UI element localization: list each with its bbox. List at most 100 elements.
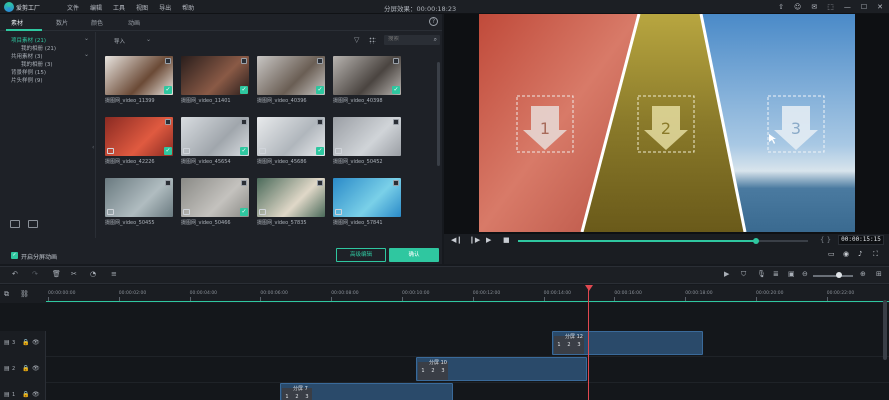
filter-icon[interactable]: ▽ — [354, 36, 359, 44]
grid-view-icon[interactable] — [369, 37, 376, 44]
menu-tools[interactable]: 工具 — [113, 3, 125, 12]
tree-item-background-samples[interactable]: 背景样例 (15) — [11, 68, 46, 76]
media-thumbnail[interactable]: ✓ — [181, 56, 249, 95]
stop-icon[interactable]: ■ — [503, 236, 510, 244]
media-thumbnail[interactable]: ✓ — [105, 56, 173, 95]
add-folder-icon[interactable] — [28, 220, 38, 228]
film-track-icon[interactable]: ▤ — [4, 339, 10, 346]
media-info-icon[interactable] — [241, 180, 247, 186]
undo-icon[interactable]: ↶ — [12, 270, 18, 278]
media-thumbnail[interactable] — [257, 178, 325, 217]
media-item[interactable]: 摄图网_video_57841 — [333, 178, 401, 226]
library-scrollbar[interactable] — [437, 62, 440, 166]
audio-mix-icon[interactable]: ≣ — [773, 270, 779, 278]
tab-animation[interactable]: 动画 — [128, 18, 140, 27]
zoom-knob[interactable] — [836, 272, 842, 278]
tree-item-my-album-shared[interactable]: 我的相册 (3) — [21, 60, 53, 68]
media-info-icon[interactable] — [165, 180, 171, 186]
media-item[interactable]: ✓ 摄图网_video_11399 — [105, 56, 173, 104]
monitor-icon[interactable]: ▭ — [828, 250, 835, 258]
snapshot-icon[interactable]: ◉ — [843, 250, 849, 258]
media-item[interactable]: ✓ 摄图网_video_45654 — [181, 117, 249, 165]
tab-clips[interactable]: 数片 — [56, 18, 68, 27]
timeline-scrollbar[interactable] — [883, 300, 887, 360]
media-item[interactable]: 摄图网_video_50452 — [333, 117, 401, 165]
layout-icon[interactable]: ⬚ — [827, 2, 834, 12]
media-thumbnail[interactable]: ✓ — [105, 117, 173, 156]
maximize-button[interactable]: ☐ — [861, 2, 867, 12]
chevron-down-icon[interactable]: ⌄ — [146, 36, 151, 43]
lock-icon[interactable]: 🔒 — [22, 365, 29, 372]
playhead-line[interactable] — [588, 287, 589, 400]
media-info-icon[interactable] — [241, 58, 247, 64]
close-button[interactable]: ✕ — [877, 2, 883, 12]
shield-icon[interactable]: ⛉ — [741, 270, 746, 279]
fit-timeline-icon[interactable]: ⊞ — [876, 270, 882, 278]
media-info-icon[interactable] — [165, 58, 171, 64]
in-out-markers[interactable]: { } — [820, 236, 831, 244]
subtitle-icon[interactable]: ▣ — [788, 270, 795, 278]
delete-icon[interactable]: 🗑 — [52, 270, 61, 278]
media-thumbnail[interactable] — [333, 117, 401, 156]
media-thumbnail[interactable]: ✓ — [181, 117, 249, 156]
media-item[interactable]: 摄图网_video_57835 — [257, 178, 325, 226]
minimize-button[interactable]: — — [844, 2, 851, 12]
account-icon[interactable]: ☺ — [794, 2, 801, 12]
tab-material[interactable]: 素材 — [11, 18, 23, 27]
lock-icon[interactable]: 🔒 — [22, 339, 29, 346]
media-thumbnail[interactable]: ✓ — [181, 178, 249, 217]
lock-icon[interactable]: 🔒 — [22, 391, 29, 398]
media-info-icon[interactable] — [393, 119, 399, 125]
settings-icon[interactable]: ≡ — [111, 270, 117, 278]
playhead-marker[interactable] — [585, 285, 593, 291]
volume-icon[interactable]: ♪ — [858, 250, 862, 258]
media-info-icon[interactable] — [317, 180, 323, 186]
chevron-down-icon[interactable]: ⌄ — [84, 35, 89, 42]
split-screen-preview[interactable]: 1 2 3 — [479, 14, 855, 232]
search-input[interactable] — [388, 36, 428, 42]
film-track-icon[interactable]: ▤ — [4, 391, 10, 398]
eye-icon[interactable]: 👁 — [32, 339, 40, 346]
media-thumbnail[interactable] — [105, 178, 173, 217]
search-icon[interactable]: ⌕ — [434, 36, 437, 44]
fullscreen-icon[interactable]: ⛶ — [873, 250, 878, 259]
media-info-icon[interactable] — [393, 58, 399, 64]
menu-export[interactable]: 导出 — [159, 3, 171, 12]
zoom-slider[interactable] — [813, 275, 853, 277]
timeline-ruler[interactable]: ⧉ ⛓ 00:00:00:00 00:00:02:00 00:00:04:00 00:… — [0, 285, 889, 303]
media-thumbnail[interactable]: ✓ — [257, 117, 325, 156]
confirm-button[interactable]: 确认 — [389, 248, 439, 262]
cut-icon[interactable]: ✂ — [71, 270, 77, 278]
tree-item-intro-samples[interactable]: 片头样例 (9) — [11, 76, 43, 84]
menu-view[interactable]: 视图 — [136, 3, 148, 12]
media-item[interactable]: 摄图网_video_50455 — [105, 178, 173, 226]
timeline-clip[interactable]: 1 2 3 分屏 12 — [552, 331, 703, 355]
search-box[interactable]: ⌕ — [384, 35, 440, 45]
tree-item-project-material[interactable]: 项目素材 (21) — [11, 36, 46, 44]
advanced-edit-button[interactable]: 高级编辑 — [336, 248, 386, 262]
upload-icon[interactable]: ⇧ — [778, 2, 784, 12]
help-icon[interactable]: ? — [429, 17, 438, 26]
media-thumbnail[interactable]: ✓ — [257, 56, 325, 95]
prev-frame-icon[interactable]: ◀❙ — [451, 236, 462, 244]
eye-icon[interactable]: 👁 — [32, 391, 40, 398]
progress-knob[interactable] — [752, 238, 759, 244]
microphone-icon[interactable]: 🎙 — [757, 270, 766, 278]
link-icon[interactable]: ⛓ — [20, 290, 29, 298]
menu-edit[interactable]: 编辑 — [90, 3, 102, 12]
media-item[interactable]: ✓ 摄图网_video_11401 — [181, 56, 249, 104]
playback-progress[interactable] — [518, 238, 808, 244]
redo-icon[interactable]: ↷ — [32, 270, 38, 278]
timeline-clip[interactable]: 1 2 3 分屏 10 — [416, 357, 587, 381]
chevron-down-icon[interactable]: ⌄ — [84, 51, 89, 58]
play-icon[interactable]: ▶ — [486, 236, 491, 244]
media-info-icon[interactable] — [317, 58, 323, 64]
menu-file[interactable]: 文件 — [67, 3, 79, 12]
media-info-icon[interactable] — [165, 119, 171, 125]
media-item[interactable]: ✓ 摄图网_video_50466 — [181, 178, 249, 226]
tree-item-my-album[interactable]: 我的相册 (21) — [21, 44, 56, 52]
media-info-icon[interactable] — [241, 119, 247, 125]
split-animation-checkbox[interactable]: ✓ — [11, 252, 18, 259]
film-track-icon[interactable]: ▤ — [4, 365, 10, 372]
media-info-icon[interactable] — [317, 119, 323, 125]
